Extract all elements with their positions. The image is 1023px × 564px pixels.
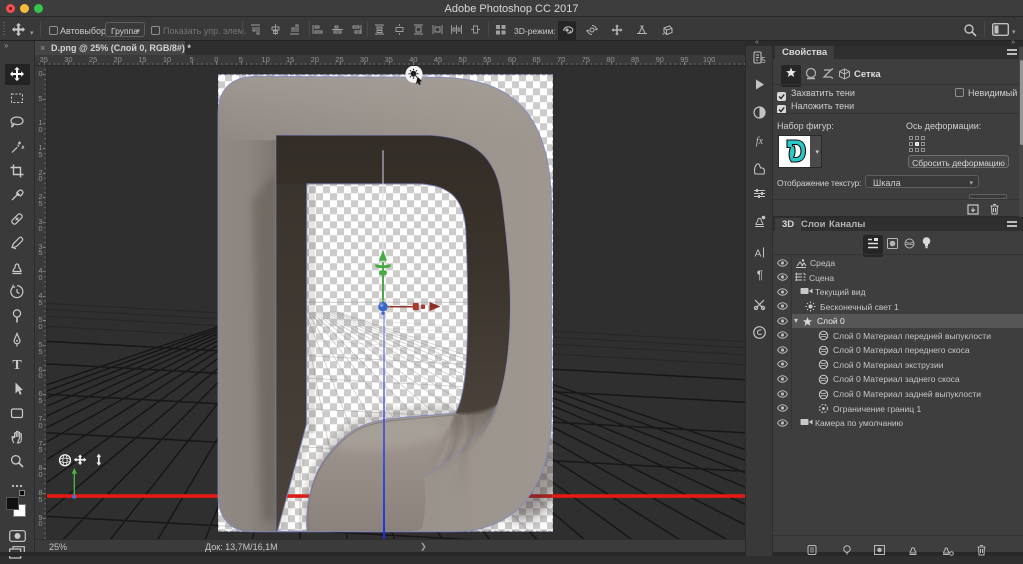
svg-text:fx: fx bbox=[756, 136, 764, 147]
svg-text:5: 5 bbox=[761, 56, 766, 65]
svg-text:A: A bbox=[755, 249, 762, 260]
svg-text:¶: ¶ bbox=[757, 268, 763, 282]
svg-text:T: T bbox=[12, 358, 22, 372]
